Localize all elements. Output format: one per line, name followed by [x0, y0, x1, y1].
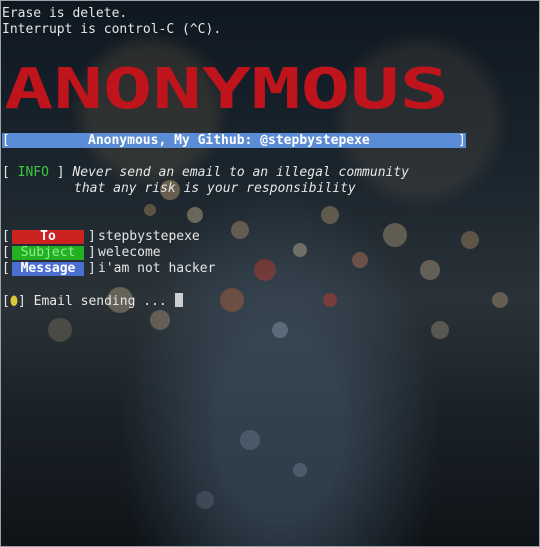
banner-right-bracket: ]	[458, 133, 466, 148]
to-value: stepbystepexe	[98, 229, 200, 244]
info-text-2: that any risk is your responsibility	[74, 181, 356, 196]
anonymous-logo-text: ANONYMOUS	[4, 63, 449, 113]
banner-left-bracket: [	[2, 133, 10, 148]
info-tag: INFO	[17, 165, 49, 180]
to-field: [ To ] stepbystepexe	[2, 229, 200, 244]
status-text: Email sending ...	[33, 294, 167, 309]
text-cursor[interactable]	[174, 293, 183, 307]
message-label: Message	[12, 262, 84, 276]
terminal-window: Erase is delete. Interrupt is control-C …	[0, 0, 540, 547]
terminal-line-erase: Erase is delete.	[2, 6, 128, 21]
to-label: To	[12, 230, 84, 244]
anonymous-logo: ANONYMOUS	[4, 63, 449, 113]
subject-field: [ Subject ] welecome	[2, 245, 161, 260]
banner-bar: [ Anonymous, My Github: @stepbystepexe ]	[2, 133, 466, 148]
message-value: i'am not hacker	[98, 261, 216, 276]
status-line: [⬮] Email sending ...	[2, 293, 183, 309]
terminal-line-interrupt: Interrupt is control-C (^C).	[2, 22, 222, 37]
subject-value: welecome	[98, 245, 161, 260]
info-line: [ INFO ] Never send an email to an illeg…	[2, 165, 409, 180]
spinner-icon: ⬮	[9, 294, 18, 309]
info-text-1: Never send an email to an illegal commun…	[72, 165, 409, 180]
banner-text: Anonymous, My Github: @stepbystepexe	[88, 133, 370, 148]
message-field: [ Message ] i'am not hacker	[2, 261, 216, 276]
subject-label: Subject	[12, 246, 84, 260]
